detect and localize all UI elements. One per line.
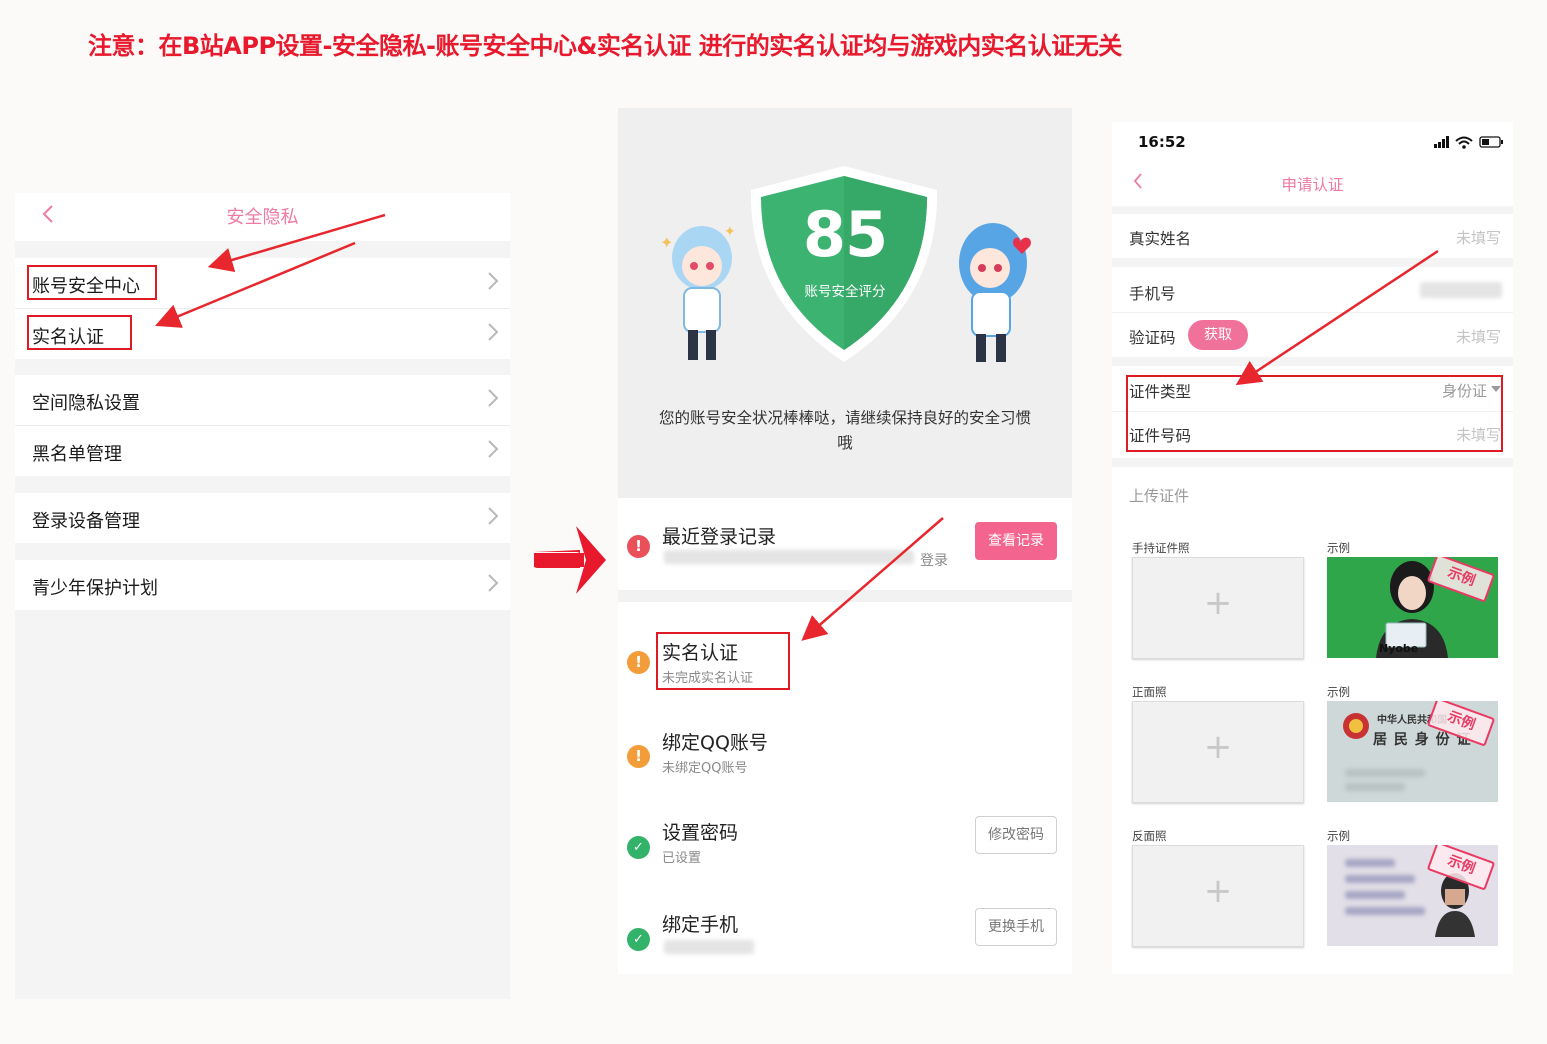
national-emblem-icon (1343, 713, 1369, 739)
error-icon: ! (627, 535, 650, 558)
settings-group-2: 空间隐私设置 黑名单管理 (15, 375, 510, 476)
blurred-id-info (1345, 769, 1425, 777)
warning-icon: ! (627, 745, 650, 768)
blurred-id-info (1345, 891, 1405, 899)
status-icons-icon (1434, 136, 1503, 149)
sample-id-front-image: 中华人民共和国 居 民 身 份 证 示例 (1327, 701, 1498, 802)
status-and-nav-bar: 16:52 申请认证 (1112, 122, 1513, 206)
bind-phone-item[interactable]: ✓ 绑定手机 更换手机 (618, 906, 1072, 966)
upload-label: 正面照 (1132, 685, 1167, 699)
sample-label: 示例 (1327, 829, 1350, 843)
phone-label: 手机号 (1129, 285, 1176, 303)
upload-section: 上传证件 手持证件照 示例 + Nyobe 示例 正面照 示例 + 中华人民共和… (1112, 467, 1513, 974)
settings-group-3: 登录设备管理 (15, 493, 510, 543)
item-subtitle: 未绑定QQ账号 (662, 761, 748, 776)
upload-back-button[interactable]: + (1132, 845, 1304, 947)
security-description: 您的账号安全状况棒棒哒，请继续保持良好的安全习惯哦 (658, 409, 1031, 452)
upload-label: 手持证件照 (1132, 541, 1190, 555)
annotation-arrows-icon (155, 213, 386, 328)
item-title: 绑定QQ账号 (662, 732, 768, 754)
sample-label: 示例 (1327, 685, 1350, 699)
security-score-header: ✦ ✦ 85 账号安全评分 您的账号安全状况棒棒哒，请继续保持良好的安全习惯哦 (618, 108, 1072, 498)
next-arrow-icon (534, 526, 606, 594)
check-icon: ✓ (627, 836, 650, 859)
settings-item-label: 青少年保护计划 (32, 578, 158, 599)
code-label: 验证码 (1129, 329, 1176, 347)
settings-group-4: 青少年保护计划 (15, 560, 510, 610)
highlight-box (656, 632, 790, 690)
security-items-card: ! 实名认证 未完成实名认证 ! 绑定QQ账号 未绑定QQ账号 ✓ 设置密码 已… (618, 602, 1072, 974)
change-phone-button[interactable]: 更换手机 (975, 908, 1057, 946)
warning-icon: ! (627, 651, 650, 674)
name-input[interactable]: 未填写 (1456, 227, 1501, 248)
login-record-title: 最近登录记录 (662, 526, 777, 548)
item-title: 设置密码 (662, 822, 739, 844)
blurred-id-info (1345, 859, 1395, 867)
settings-item-blacklist[interactable]: 黑名单管理 (15, 426, 510, 476)
upload-label: 反面照 (1132, 829, 1167, 843)
item-subtitle: 已设置 (662, 851, 702, 866)
annotation-arrow-icon (801, 517, 944, 641)
upload-title: 上传证件 (1129, 487, 1190, 505)
settings-item-space-privacy[interactable]: 空间隐私设置 (15, 375, 510, 426)
settings-item-youth-protection[interactable]: 青少年保护计划 (15, 560, 510, 610)
sample-label: 示例 (1327, 541, 1350, 555)
chevron-right-icon (488, 272, 499, 290)
view-records-button[interactable]: 查看记录 (975, 522, 1057, 560)
settings-item-label: 登录设备管理 (32, 511, 140, 532)
chevron-right-icon (488, 323, 499, 341)
chevron-right-icon (488, 574, 499, 592)
notice-text: 注意：在B站APP设置-安全隐私-账号安全中心&实名认证 进行的实名认证均与游戏… (88, 32, 1122, 60)
upload-front-button[interactable]: + (1132, 701, 1304, 803)
page-title: 申请认证 (1281, 176, 1344, 194)
security-score-label: 账号安全评分 (804, 284, 886, 300)
settings-item-label: 黑名单管理 (32, 444, 122, 465)
security-score: 85 (802, 198, 888, 271)
highlight-box (27, 265, 157, 300)
blurred-id-info (1345, 875, 1415, 883)
plus-icon: + (1203, 727, 1233, 767)
upload-handheld-button[interactable]: + (1132, 557, 1304, 659)
change-password-button[interactable]: 修改密码 (975, 816, 1057, 854)
blurred-id-info (1345, 783, 1405, 791)
blurred-id-info (1345, 907, 1425, 915)
annotation-arrow-icon (1235, 249, 1439, 386)
sample-handheld-image: Nyobe 示例 (1327, 557, 1498, 658)
set-password-item[interactable]: ✓ 设置密码 已设置 修改密码 (618, 816, 1072, 876)
item-title: 绑定手机 (662, 914, 739, 936)
blurred-phone-number (664, 940, 754, 954)
plus-icon: + (1203, 871, 1233, 911)
status-time: 16:52 (1138, 133, 1186, 151)
code-input[interactable]: 未填写 (1456, 326, 1501, 347)
name-label: 真实姓名 (1129, 230, 1192, 248)
settings-item-label: 空间隐私设置 (32, 393, 140, 414)
chevron-right-icon (488, 440, 499, 458)
sample-id-back-image: 示例 (1327, 845, 1498, 946)
check-icon: ✓ (627, 928, 650, 951)
chevron-right-icon (488, 507, 499, 525)
sample-text: Nyobe (1379, 642, 1419, 655)
highlight-box (27, 315, 132, 350)
bind-qq-item[interactable]: ! 绑定QQ账号 未绑定QQ账号 (618, 726, 1072, 786)
chevron-right-icon (488, 389, 499, 407)
settings-item-login-devices[interactable]: 登录设备管理 (15, 493, 510, 543)
plus-icon: + (1203, 583, 1233, 623)
